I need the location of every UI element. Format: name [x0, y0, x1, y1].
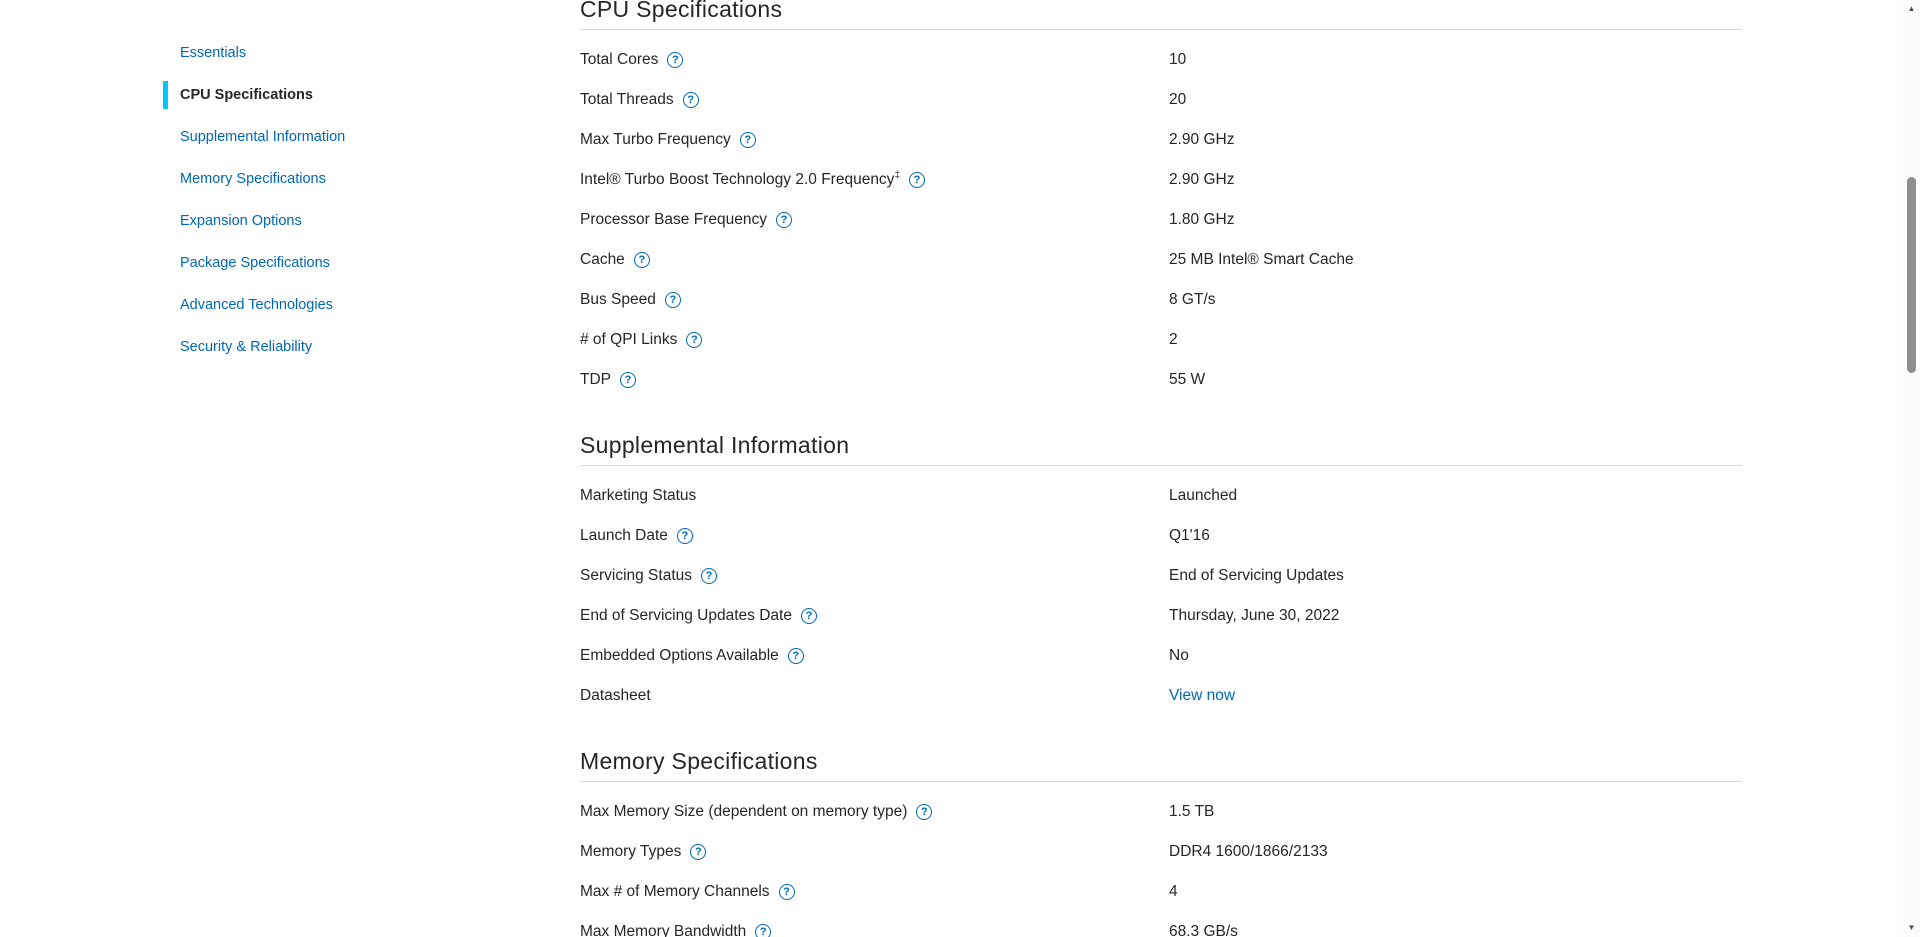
- spec-row-qpi-links: # of QPI Links ? 2: [580, 320, 1742, 360]
- spec-value: 25 MB Intel® Smart Cache: [1169, 251, 1742, 269]
- spec-value: End of Servicing Updates: [1169, 567, 1742, 585]
- sidebar-item-advanced-technologies[interactable]: Advanced Technologies: [180, 284, 460, 326]
- spec-value: 1.5 TB: [1169, 803, 1742, 821]
- help-icon[interactable]: ?: [755, 924, 771, 937]
- scrollbar-thumb[interactable]: [1907, 177, 1916, 373]
- spec-label: Max Memory Size (dependent on memory typ…: [580, 803, 907, 821]
- spec-label: Max Memory Bandwidth: [580, 923, 746, 937]
- spec-value: 2.90 GHz: [1169, 131, 1742, 149]
- spec-label: Total Cores: [580, 51, 658, 69]
- spec-value: 8 GT/s: [1169, 291, 1742, 309]
- spec-label: Cache: [580, 251, 625, 269]
- spec-label: Processor Base Frequency: [580, 211, 767, 229]
- spec-row-max-turbo-frequency: Max Turbo Frequency ? 2.90 GHz: [580, 120, 1742, 160]
- scroll-up-icon[interactable]: ▲: [1903, 2, 1920, 16]
- help-icon[interactable]: ?: [683, 92, 699, 108]
- spec-label: End of Servicing Updates Date: [580, 607, 792, 625]
- footnote-dagger: ‡: [894, 170, 900, 181]
- datasheet-view-now-link[interactable]: View now: [1169, 687, 1235, 704]
- spec-label: Total Threads: [580, 91, 674, 109]
- spec-label: Embedded Options Available: [580, 647, 779, 665]
- sidebar-item-essentials[interactable]: Essentials: [180, 32, 460, 74]
- spec-content: CPU Specifications Total Cores ? 10 Tota…: [580, 0, 1742, 937]
- help-icon[interactable]: ?: [690, 844, 706, 860]
- scroll-down-icon[interactable]: ▼: [1903, 921, 1920, 935]
- spec-row-embedded-options-available: Embedded Options Available ? No: [580, 636, 1742, 676]
- spec-value: Q1'16: [1169, 527, 1742, 545]
- sidebar-item-security-reliability[interactable]: Security & Reliability: [180, 326, 460, 368]
- spec-row-bus-speed: Bus Speed ? 8 GT/s: [580, 280, 1742, 320]
- section-title: Memory Specifications: [580, 747, 1742, 782]
- spec-row-end-of-servicing-updates-date: End of Servicing Updates Date ? Thursday…: [580, 596, 1742, 636]
- spec-row-max-memory-size: Max Memory Size (dependent on memory typ…: [580, 792, 1742, 832]
- spec-row-tdp: TDP ? 55 W: [580, 360, 1742, 400]
- section-title: Supplemental Information: [580, 431, 1742, 466]
- sidebar-item-memory-specifications[interactable]: Memory Specifications: [180, 158, 460, 200]
- spec-label: Max Turbo Frequency: [580, 131, 731, 149]
- spec-label: Bus Speed: [580, 291, 656, 309]
- help-icon[interactable]: ?: [909, 172, 925, 188]
- spec-row-cache: Cache ? 25 MB Intel® Smart Cache: [580, 240, 1742, 280]
- help-icon[interactable]: ?: [665, 292, 681, 308]
- spec-label: Datasheet: [580, 687, 651, 705]
- scrollbar[interactable]: ▲ ▼: [1903, 0, 1920, 937]
- section-nav: Essentials CPU Specifications Supplement…: [180, 32, 460, 368]
- help-icon[interactable]: ?: [667, 52, 683, 68]
- spec-row-max-memory-bandwidth: Max Memory Bandwidth ? 68.3 GB/s: [580, 912, 1742, 937]
- sidebar-item-supplemental-information[interactable]: Supplemental Information: [180, 116, 460, 158]
- spec-row-memory-types: Memory Types ? DDR4 1600/1866/2133: [580, 832, 1742, 872]
- spec-label: TDP: [580, 371, 611, 389]
- help-icon[interactable]: ?: [916, 804, 932, 820]
- spec-label: Launch Date: [580, 527, 668, 545]
- spec-label: Marketing Status: [580, 487, 696, 505]
- help-icon[interactable]: ?: [788, 648, 804, 664]
- spec-value: 4: [1169, 883, 1742, 901]
- spec-label: # of QPI Links: [580, 331, 677, 349]
- spec-label: Memory Types: [580, 843, 681, 861]
- spec-label: Servicing Status: [580, 567, 692, 585]
- spec-value: DDR4 1600/1866/2133: [1169, 843, 1742, 861]
- product-spec-page: Essentials CPU Specifications Supplement…: [0, 0, 1920, 937]
- spec-row-marketing-status: Marketing Status Launched: [580, 476, 1742, 516]
- spec-value: 2.90 GHz: [1169, 171, 1742, 189]
- spec-value: 1.80 GHz: [1169, 211, 1742, 229]
- sidebar-item-cpu-specifications[interactable]: CPU Specifications: [180, 74, 460, 116]
- spec-label: Max # of Memory Channels: [580, 883, 770, 901]
- spec-row-launch-date: Launch Date ? Q1'16: [580, 516, 1742, 556]
- help-icon[interactable]: ?: [701, 568, 717, 584]
- spec-row-max-memory-channels: Max # of Memory Channels ? 4: [580, 872, 1742, 912]
- help-icon[interactable]: ?: [634, 252, 650, 268]
- spec-value: No: [1169, 647, 1742, 665]
- spec-value: 2: [1169, 331, 1742, 349]
- spec-row-total-cores: Total Cores ? 10: [580, 40, 1742, 80]
- spec-value: Thursday, June 30, 2022: [1169, 607, 1742, 625]
- spec-row-turbo-boost-2-frequency: Intel® Turbo Boost Technology 2.0 Freque…: [580, 160, 1742, 200]
- spec-label: Intel® Turbo Boost Technology 2.0 Freque…: [580, 171, 900, 189]
- spec-row-servicing-status: Servicing Status ? End of Servicing Upda…: [580, 556, 1742, 596]
- spec-value: 55 W: [1169, 371, 1742, 389]
- help-icon[interactable]: ?: [779, 884, 795, 900]
- help-icon[interactable]: ?: [776, 212, 792, 228]
- spec-value: 20: [1169, 91, 1742, 109]
- sidebar-item-package-specifications[interactable]: Package Specifications: [180, 242, 460, 284]
- help-icon[interactable]: ?: [686, 332, 702, 348]
- active-indicator-bar: [163, 81, 168, 109]
- section-memory-specifications: Memory Specifications Max Memory Size (d…: [580, 747, 1742, 937]
- spec-row-datasheet: Datasheet View now: [580, 676, 1742, 716]
- sidebar-item-expansion-options[interactable]: Expansion Options: [180, 200, 460, 242]
- spec-value: Launched: [1169, 487, 1742, 505]
- section-supplemental-information: Supplemental Information Marketing Statu…: [580, 431, 1742, 716]
- help-icon[interactable]: ?: [740, 132, 756, 148]
- sidebar-item-label: CPU Specifications: [180, 87, 313, 103]
- help-icon[interactable]: ?: [677, 528, 693, 544]
- section-title: CPU Specifications: [580, 0, 1742, 30]
- spec-value: 68.3 GB/s: [1169, 923, 1742, 937]
- section-cpu-specifications: CPU Specifications Total Cores ? 10 Tota…: [580, 0, 1742, 400]
- help-icon[interactable]: ?: [620, 372, 636, 388]
- spec-row-total-threads: Total Threads ? 20: [580, 80, 1742, 120]
- spec-value: 10: [1169, 51, 1742, 69]
- help-icon[interactable]: ?: [801, 608, 817, 624]
- spec-row-processor-base-frequency: Processor Base Frequency ? 1.80 GHz: [580, 200, 1742, 240]
- spec-value: View now: [1169, 687, 1742, 705]
